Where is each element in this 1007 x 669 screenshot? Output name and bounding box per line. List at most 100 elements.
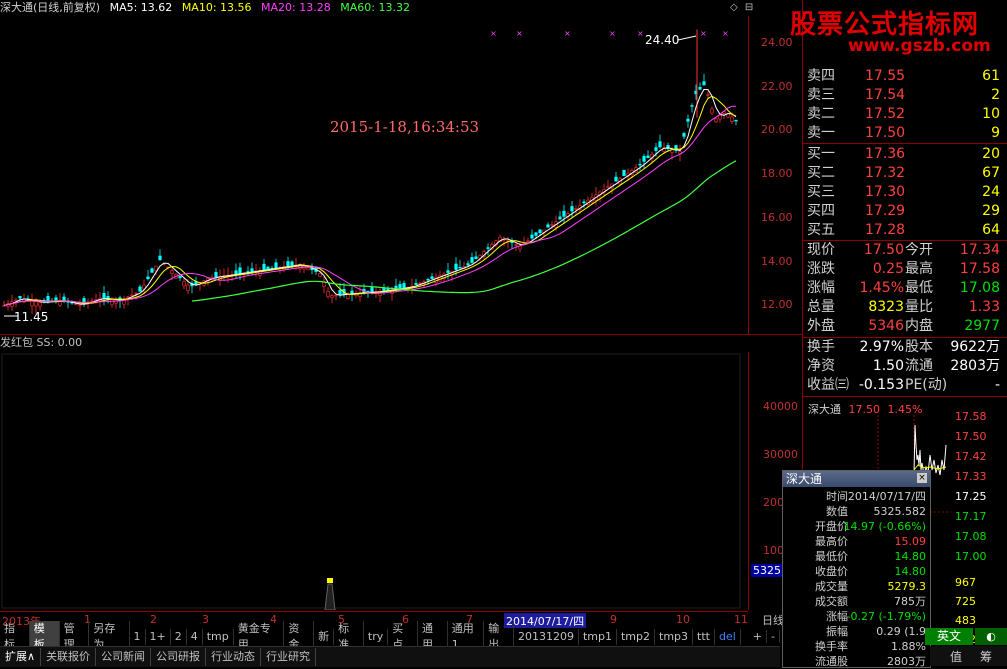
popup-title: 深大通 <box>786 472 823 486</box>
candle-body <box>146 276 150 280</box>
popup-row: 数值 5325.582 <box>783 504 930 519</box>
kline-chart[interactable]: × × × × × × × 24.40 11.45 2015-1-18,16:34:53 <box>0 16 748 332</box>
ask-volume: 9 <box>991 125 1000 141</box>
candle-body <box>730 116 734 122</box>
mini-volume-tick: 725 <box>955 595 976 608</box>
svg-text:×: × <box>609 29 616 38</box>
candle-body <box>130 294 134 297</box>
bar-info-popup[interactable]: 深大通 × 时间 2014/07/17/四 数值 5325.582 开盘价 14.97 (… <box>782 470 931 668</box>
price-tick: 12.00 <box>761 298 793 311</box>
ask-price: 17.55 <box>865 68 906 84</box>
bid-row[interactable]: 买五 17.28 64 <box>803 221 1007 240</box>
zoom-in-button[interactable]: + <box>748 629 767 643</box>
tab-extension-5[interactable]: 行业研究 <box>261 648 317 666</box>
candle-body <box>350 290 354 294</box>
close-icon[interactable]: × <box>917 473 927 483</box>
pane-divider[interactable] <box>0 334 802 335</box>
ask-row[interactable]: 卖二 17.52 10 <box>803 105 1007 124</box>
tab-chips[interactable]: 筹 <box>980 648 992 665</box>
mini-price-tick: 17.33 <box>955 470 987 483</box>
bid-row[interactable]: 买四 17.29 29 <box>803 202 1007 221</box>
popup-label: 成交额 <box>815 595 848 608</box>
popup-row: 时间 2014/07/17/四 <box>783 489 930 504</box>
stat-value: 9622万 <box>950 339 1000 355</box>
popup-row: 涨幅 -0.27 (-1.79%) <box>783 609 930 624</box>
bid-row[interactable]: 买三 17.30 24 <box>803 183 1007 202</box>
popup-value: 5325.582 <box>873 505 927 518</box>
mini-chart-axis: 17.58 17.50 17.42 17.33 17.25 17.17 17.08 17.00… <box>951 410 1007 646</box>
tab-extension-0[interactable]: 扩展∧ <box>0 648 42 666</box>
candle-body <box>126 296 130 298</box>
svg-text:×: × <box>637 29 644 38</box>
minimize-icon[interactable]: ⊟ <box>745 2 753 13</box>
candle-body <box>134 292 138 295</box>
diamond-icon[interactable]: ◇ <box>730 2 738 13</box>
toolbar-template-23[interactable]: del <box>715 628 741 645</box>
tab-extension-2[interactable]: 公司新闻 <box>96 648 152 666</box>
popup-value: -0.27 (-1.79%) <box>846 610 926 623</box>
toolbar-template-22[interactable]: ttt <box>693 628 715 645</box>
mini-volume-tick: 967 <box>955 576 976 589</box>
candle-body <box>470 257 474 263</box>
candle-body <box>386 288 390 291</box>
english-button[interactable]: 英文 <box>925 628 973 645</box>
period-label[interactable]: 日线 <box>762 612 784 628</box>
candle-body <box>382 287 386 292</box>
candle-body <box>706 94 710 96</box>
tab-extension-3[interactable]: 公司研报 <box>151 648 207 666</box>
candle-body <box>538 229 542 233</box>
ma20-label: MA20: 13.28 <box>261 1 331 14</box>
mini-price-tick: 17.42 <box>955 450 987 463</box>
zoom-out-button[interactable]: - <box>767 629 780 643</box>
bid-price: 17.29 <box>865 203 906 219</box>
popup-label: 最低价 <box>815 550 848 563</box>
toolbar-template-21[interactable]: tmp3 <box>655 628 694 645</box>
tab-extension-1[interactable]: 关联报价 <box>41 648 97 666</box>
toolbar-template-5[interactable]: 1+ <box>146 628 171 645</box>
low-price-label: 11.45 <box>14 310 48 324</box>
toolbar-template-7[interactable]: 4 <box>187 628 203 645</box>
candle-body <box>306 267 310 271</box>
candle-body <box>562 210 566 217</box>
candle-body <box>322 282 326 287</box>
candle-body <box>514 244 518 246</box>
popup-row: 流通股 2803万 <box>783 654 930 669</box>
bid-label: 买二 <box>807 165 835 181</box>
stat-label: 最高 <box>905 261 933 277</box>
candle-body <box>718 115 722 120</box>
tab-extension-4[interactable]: 行业动态 <box>206 648 262 666</box>
toolbar-template-11[interactable]: 新 <box>314 628 335 645</box>
toolbar-template-13[interactable]: try <box>364 628 389 645</box>
candle-body <box>110 299 114 306</box>
popup-row: 振幅 0.29 (1.9 <box>783 624 930 639</box>
ask-volume: 61 <box>982 68 1000 84</box>
toolbar-template-6[interactable]: 2 <box>171 628 187 645</box>
candle-body <box>78 304 82 307</box>
stat-label: 股本 <box>905 339 933 355</box>
indicator-chart[interactable] <box>0 352 748 610</box>
bid-row[interactable]: 买二 17.32 67 <box>803 164 1007 183</box>
bid-row[interactable]: 买一 17.36 20 <box>803 145 1007 164</box>
toolbar-template-4[interactable]: 1 <box>130 628 146 645</box>
toolbar-template-19[interactable]: tmp1 <box>579 628 617 645</box>
stat-row: 涨幅 1.45% 最低 17.08 <box>803 279 1007 298</box>
stat-row: 净资 1.50 流通 2803万 <box>803 357 1007 376</box>
stat-row: 现价 17.50 今开 17.34 <box>803 241 1007 260</box>
candle-body <box>398 283 402 289</box>
ask-row[interactable]: 卖四 17.55 61 <box>803 67 1007 86</box>
tab-value[interactable]: 值 <box>950 648 962 665</box>
stock-title: 深大通(日线,前复权) <box>0 1 101 14</box>
bid-label: 买一 <box>807 146 835 162</box>
ask-volume: 10 <box>982 106 1000 122</box>
orderbook-divider <box>803 143 1007 144</box>
toolbar-template-20[interactable]: tmp2 <box>617 628 655 645</box>
popup-row: 收盘价 14.80 <box>783 564 930 579</box>
toolbar-template-18[interactable]: 20131209 <box>514 628 579 645</box>
popup-titlebar[interactable]: 深大通 × <box>783 471 930 487</box>
ask-price: 17.50 <box>865 125 906 141</box>
ask-row[interactable]: 卖一 17.50 9 <box>803 124 1007 143</box>
ask-row[interactable]: 卖三 17.54 2 <box>803 86 1007 105</box>
toolbar-template-8[interactable]: tmp <box>203 628 234 645</box>
popup-label: 涨幅 <box>826 610 848 623</box>
input-mode-icon[interactable]: ◐ <box>975 628 1007 645</box>
